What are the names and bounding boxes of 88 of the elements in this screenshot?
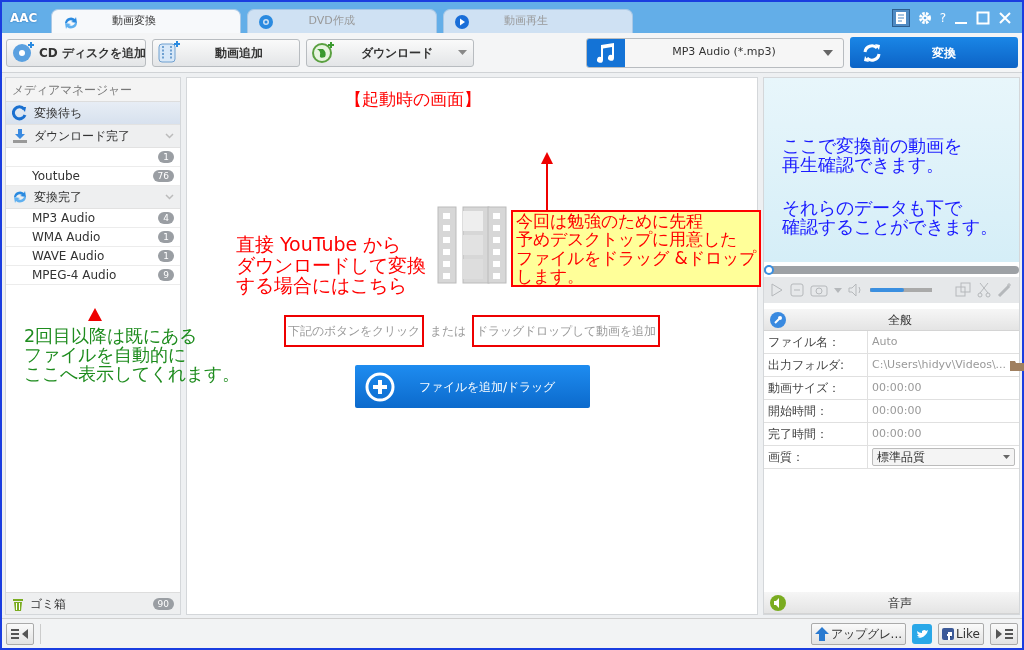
arrow-list-icon xyxy=(994,627,1014,640)
count-badge: 76 xyxy=(152,170,174,182)
film-plus-icon xyxy=(157,40,181,65)
list-item[interactable]: 変換完了 xyxy=(6,186,180,209)
copy-icon[interactable] xyxy=(955,282,971,298)
wand-icon[interactable] xyxy=(997,282,1013,298)
arrows-icon xyxy=(12,189,28,205)
register-icon[interactable] xyxy=(891,8,910,27)
scissors-icon[interactable] xyxy=(977,282,991,298)
arrow-icon xyxy=(88,308,102,321)
speaker-icon[interactable] xyxy=(848,283,864,297)
list-item[interactable]: WAVE Audio xyxy=(32,247,105,265)
refresh-icon xyxy=(12,105,28,121)
globe-plus-icon xyxy=(311,40,335,65)
annotation-text: それらのデータも下で 確認することができます。 xyxy=(782,198,998,237)
count-badge: 1 xyxy=(158,231,174,243)
field-value: C:\Users\hidyv\Videos\... xyxy=(872,356,1007,373)
convert-button[interactable]: 変換 xyxy=(850,37,1018,68)
folder-icon[interactable] xyxy=(1010,359,1024,371)
stop-icon[interactable] xyxy=(790,283,804,297)
field-label: 出力フォルダ: xyxy=(764,354,868,376)
toolbar-button[interactable]: 動画追加 xyxy=(152,38,300,67)
toolbar-button[interactable]: ダウンロード xyxy=(306,38,474,67)
panel-toggle-button[interactable] xyxy=(6,622,34,645)
toolbar-button[interactable]: CD ディスクを追加 xyxy=(6,38,146,67)
settings-icon[interactable] xyxy=(917,10,932,25)
field-label: 画質： xyxy=(764,446,868,468)
count-badge: 9 xyxy=(158,269,174,281)
count-badge: 1 xyxy=(158,250,174,262)
annotation-title: 【起動時の画面】 xyxy=(345,90,481,109)
field-label: 開始時間： xyxy=(764,400,868,422)
refresh-icon xyxy=(862,42,882,63)
upgrade-button[interactable]: アップグレ... xyxy=(810,622,907,645)
list-item[interactable]: MP3 Audio xyxy=(32,209,96,227)
field-value: Auto xyxy=(871,333,899,350)
field-label: ファイル名： xyxy=(764,331,868,353)
camera-icon[interactable] xyxy=(810,283,828,297)
count-badge: 1 xyxy=(158,151,174,163)
annotation-text: ここで変換前の動画を 再生確認できます。 xyxy=(782,136,962,175)
list-item[interactable]: 変換待ち xyxy=(6,102,180,125)
bird-icon[interactable] xyxy=(912,623,933,644)
trash-item[interactable]: ゴミ箱 90 xyxy=(6,592,180,614)
plus-circle-icon xyxy=(364,371,395,402)
list-item[interactable]: MPEG-4 Audio xyxy=(32,266,117,284)
seek-thumb[interactable] xyxy=(764,265,774,275)
download-icon xyxy=(12,128,28,144)
field-label: 完了時間： xyxy=(764,423,868,445)
section-title: 音声 xyxy=(886,594,913,612)
annotation-text: 直接 YouTube から ダウンロードして変換 する場合にはこちら xyxy=(236,234,426,296)
wrench-icon xyxy=(770,311,786,328)
hint-text: ドラッグドロップして動画を追加 xyxy=(472,315,660,347)
speaker-icon xyxy=(770,594,786,611)
caret-icon xyxy=(1003,455,1010,459)
count-badge: 90 xyxy=(152,597,174,610)
disc-plus-icon xyxy=(11,40,35,65)
hint-text: 下記のボタンをクリック xyxy=(284,315,424,347)
quality-dropdown[interactable]: 標準品質 xyxy=(872,448,1015,466)
film-strip-icon xyxy=(436,205,508,285)
maximize-icon[interactable] xyxy=(976,10,990,25)
add-file-button[interactable]: ファイルを追加/ドラッグ xyxy=(354,365,590,408)
annotation-text: 2回目以降は既にある ファイルを自動的に ここへ表示してくれます。 xyxy=(24,327,240,384)
count-badge: 4 xyxy=(158,212,174,224)
seek-bar[interactable] xyxy=(764,266,1019,274)
trash-icon xyxy=(12,596,24,611)
caret-icon[interactable] xyxy=(834,287,842,293)
section-title: 全般 xyxy=(886,311,913,329)
volume-slider[interactable] xyxy=(870,288,932,292)
tab[interactable]: 動画変換 xyxy=(51,9,242,33)
field-value: 00:00:00 xyxy=(871,402,923,419)
panel-toggle-button[interactable] xyxy=(990,622,1018,645)
list-item[interactable]: WMA Audio xyxy=(32,228,101,246)
up-arrow-icon xyxy=(814,626,829,641)
list-arrow-icon xyxy=(10,627,30,640)
list-item[interactable]: Youtube xyxy=(32,167,80,185)
field-value: 00:00:00 xyxy=(871,425,923,442)
music-note-icon xyxy=(596,41,616,64)
caret-icon xyxy=(823,49,833,56)
app-logo: AAC xyxy=(10,9,38,27)
annotation-text: 今回は勉強のために先程 予めデスクトップに用意した ファイルをドラッグ &ドロップ します。 xyxy=(511,210,761,288)
field-label: 動画サイズ： xyxy=(764,377,868,399)
format-dropdown[interactable]: MP3 Audio (*.mp3) xyxy=(586,37,844,68)
field-value: 00:00:00 xyxy=(871,379,923,396)
hint-text: または xyxy=(429,323,467,340)
close-icon[interactable] xyxy=(998,10,1012,25)
panel-title: メディアマネージャー xyxy=(6,78,180,102)
list-item[interactable]: ダウンロード完了 xyxy=(6,125,180,148)
play-icon[interactable] xyxy=(770,283,784,297)
like-button[interactable]: Like xyxy=(938,622,984,645)
